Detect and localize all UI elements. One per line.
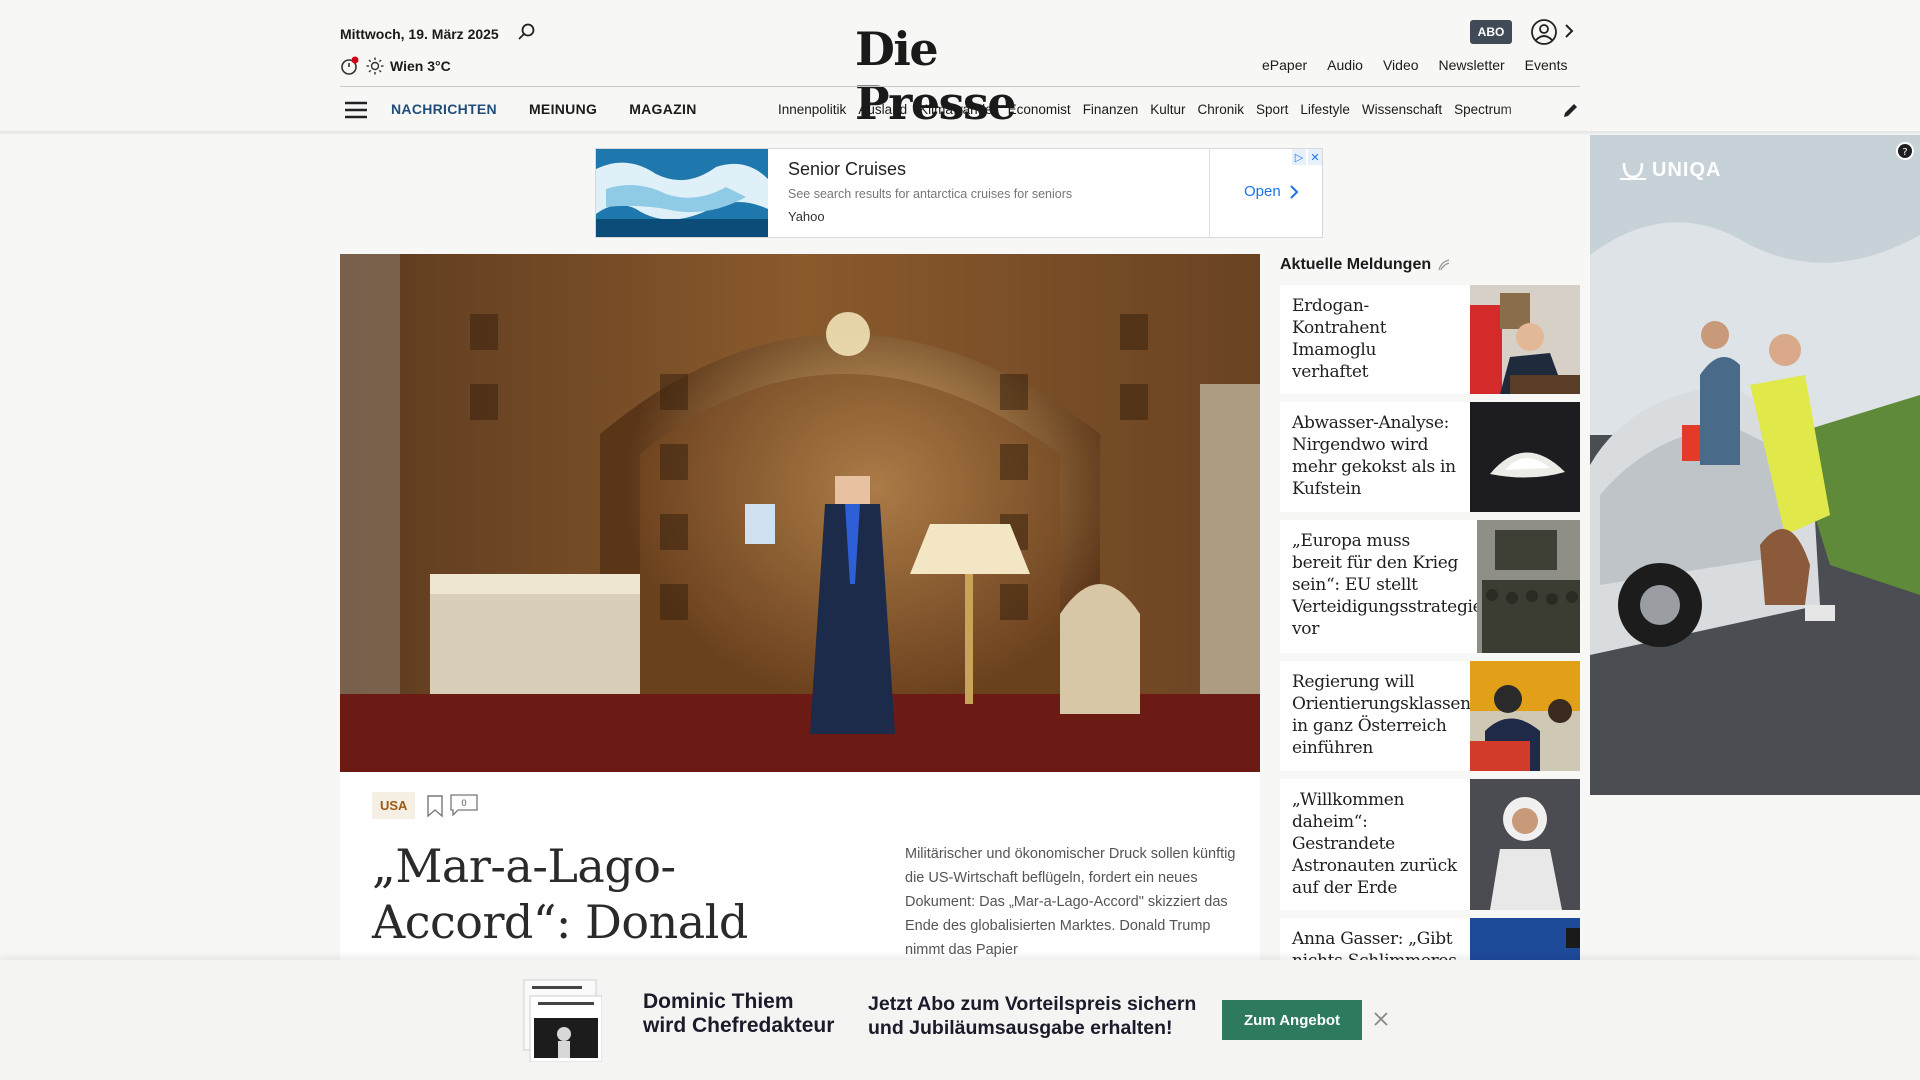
article-tag[interactable]: USA: [372, 792, 416, 819]
ad-open-button[interactable]: Open: [1244, 183, 1299, 200]
sidebar-title-text: Aktuelle Meldungen: [1280, 256, 1432, 273]
article-headline[interactable]: „Mar-a-Lago-Accord“: Donald: [372, 838, 812, 950]
banner-headline-line1: Dominic Thiem: [643, 990, 794, 1013]
section-chronik[interactable]: Chronik: [1198, 102, 1245, 117]
section-finanzen[interactable]: Finanzen: [1083, 102, 1139, 117]
nav-divider: [340, 86, 1580, 87]
news-card[interactable]: Abwasser-Analyse: Nirgendwo wird mehr ge…: [1280, 402, 1580, 512]
pulse-icon: [1438, 259, 1450, 271]
section-economist[interactable]: Economist: [1008, 102, 1071, 117]
news-headline[interactable]: „Europa muss bereit für den Krieg sein“:…: [1292, 530, 1483, 640]
news-headline[interactable]: Erdogan-Kontrahent Imamoglu verhaftet: [1292, 295, 1457, 383]
abo-button[interactable]: ABO: [1470, 20, 1512, 44]
info-icon[interactable]: ?: [1895, 141, 1915, 161]
news-card[interactable]: „Europa muss bereit für den Krieg sein“:…: [1280, 520, 1580, 653]
hamburger-menu-icon[interactable]: [344, 100, 368, 120]
section-sport[interactable]: Sport: [1256, 102, 1288, 117]
news-headline[interactable]: Anna Gasser: „Gibt nichts Schlimmeres: [1292, 928, 1462, 960]
top-link-video[interactable]: Video: [1383, 57, 1419, 73]
subscription-banner: Dominic Thiem wird Chefredakteur Jetzt A…: [0, 960, 1920, 1080]
news-thumbnail: [1470, 918, 1580, 960]
comment-count: 0: [461, 798, 467, 808]
offer-button[interactable]: Zum Angebot: [1222, 1000, 1362, 1040]
ad-title[interactable]: Senior Cruises: [788, 159, 906, 180]
news-thumbnail: [1470, 285, 1580, 394]
section-ausland[interactable]: Ausland: [858, 102, 907, 117]
news-thumbnail: [1470, 779, 1580, 910]
section-nav: Innenpolitik Ausland Klimawandel Economi…: [778, 102, 1540, 117]
history-icon[interactable]: [340, 56, 360, 76]
banner-offer-line1: Jetzt Abo zum Vorteilspreis sichern: [868, 993, 1197, 1015]
top-link-audio[interactable]: Audio: [1327, 57, 1363, 73]
ad-divider: [1209, 149, 1210, 237]
section-lifestyle[interactable]: Lifestyle: [1300, 102, 1350, 117]
news-headline[interactable]: Abwasser-Analyse: Nirgendwo wird mehr ge…: [1292, 412, 1457, 500]
main-nav: NACHRICHTEN MEINUNG MAGAZIN: [391, 101, 697, 117]
banner-offer-line2: und Jubiläumsausgabe erhalten!: [868, 1017, 1173, 1039]
current-date: Mittwoch, 19. März 2025: [340, 26, 499, 42]
site-header: Mittwoch, 19. März 2025 Wien 3°C Die Pre…: [0, 0, 1920, 131]
section-wissenschaft[interactable]: Wissenschaft: [1362, 102, 1442, 117]
news-card[interactable]: Anna Gasser: „Gibt nichts Schlimmeres: [1280, 918, 1580, 960]
adchoices-icon[interactable]: ▷: [1292, 149, 1306, 165]
nav-meinung[interactable]: MEINUNG: [529, 101, 597, 117]
banner-headline: Dominic Thiem wird Chefredakteur: [643, 990, 834, 1038]
pen-icon[interactable]: [1562, 101, 1580, 119]
ad-open-label: Open: [1244, 183, 1281, 200]
top-link-epaper[interactable]: ePaper: [1262, 57, 1307, 73]
banner-headline-line2: wird Chefredakteur: [643, 1014, 835, 1037]
ad-choices-badge[interactable]: ▷ ✕: [1292, 149, 1322, 165]
nav-nachrichten[interactable]: NACHRICHTEN: [391, 101, 497, 117]
article-teaser: Militärischer und ökonomischer Druck sol…: [905, 846, 1236, 958]
banner-offer: Jetzt Abo zum Vorteilspreis sichern und …: [868, 992, 1196, 1040]
bookmark-icon[interactable]: [426, 794, 444, 818]
uniqa-logo: UNIQA: [1620, 159, 1721, 182]
display-ad[interactable]: Senior Cruises See search results for an…: [595, 148, 1323, 238]
side-ad[interactable]: UNIQA ?: [1590, 135, 1920, 795]
lead-article-image[interactable]: [340, 254, 1260, 772]
ad-description: See search results for antarctica cruise…: [788, 187, 1073, 201]
chevron-right-icon: [1289, 184, 1299, 199]
chevron-right-icon[interactable]: [1562, 20, 1576, 42]
search-icon[interactable]: [517, 22, 537, 42]
svg-text:?: ?: [1902, 147, 1907, 158]
weather-text: Wien 3°C: [390, 58, 451, 74]
nav-magazin[interactable]: MAGAZIN: [629, 101, 696, 117]
top-link-newsletter[interactable]: Newsletter: [1439, 57, 1505, 73]
newspaper-image: [523, 979, 602, 1062]
close-icon[interactable]: ✕: [1308, 149, 1322, 165]
top-links: ePaper Audio Video Newsletter Events: [1262, 57, 1567, 73]
ad-source: Yahoo: [788, 209, 825, 224]
news-card[interactable]: Regierung will Orientierungsklassen in g…: [1280, 661, 1580, 771]
ad-image: [596, 149, 768, 237]
news-thumbnail: [1470, 661, 1580, 771]
news-thumbnail: [1477, 520, 1580, 653]
section-kultur[interactable]: Kultur: [1150, 102, 1185, 117]
close-icon[interactable]: [1372, 1010, 1390, 1028]
weather-widget[interactable]: Wien 3°C: [340, 56, 451, 76]
top-link-events[interactable]: Events: [1525, 57, 1568, 73]
section-klimawandel[interactable]: Klimawandel: [919, 102, 996, 117]
news-card[interactable]: „Willkommen daheim“: Gestrandete Astrona…: [1280, 779, 1580, 910]
uniqa-mark-icon: [1620, 162, 1646, 180]
news-headline[interactable]: Regierung will Orientierungsklassen in g…: [1292, 671, 1471, 759]
news-headline[interactable]: „Willkommen daheim“: Gestrandete Astrona…: [1292, 789, 1457, 899]
section-innenpolitik[interactable]: Innenpolitik: [778, 102, 846, 117]
user-account-icon[interactable]: [1530, 18, 1558, 46]
sun-icon: [366, 57, 384, 75]
lead-article-card[interactable]: USA 0 „Mar-a-Lago-Accord“: Donald Militä…: [340, 772, 1260, 962]
news-card[interactable]: Erdogan-Kontrahent Imamoglu verhaftet: [1280, 285, 1580, 394]
sidebar-title: Aktuelle Meldungen: [1280, 256, 1451, 274]
uniqa-brand: UNIQA: [1652, 159, 1722, 181]
news-thumbnail: [1470, 402, 1580, 512]
nav-fade: [1500, 96, 1542, 124]
side-ad-image: [1590, 135, 1920, 795]
hero-photo: [340, 254, 1260, 772]
